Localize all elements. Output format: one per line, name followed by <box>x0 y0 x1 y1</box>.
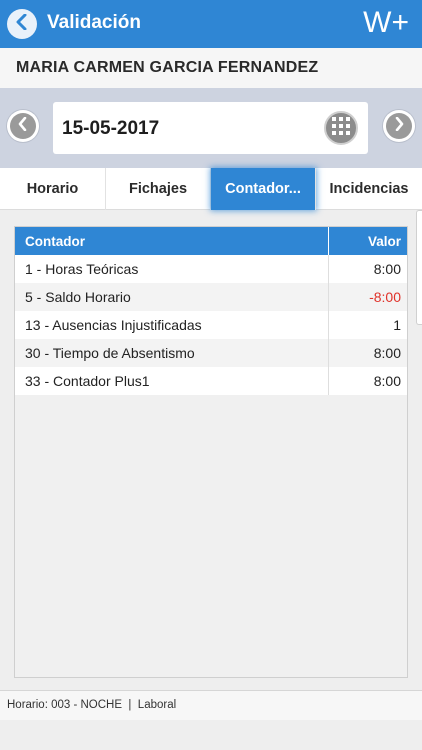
status-footer: Horario: 003 - NOCHE | Laboral <box>0 690 422 720</box>
tab-incidencias[interactable]: Incidencias <box>316 168 422 210</box>
previous-date-button[interactable] <box>7 110 39 142</box>
column-header-valor: Valor <box>367 234 401 249</box>
tab-horario[interactable]: Horario <box>0 168 106 210</box>
valor-cell: -8:00 <box>369 289 401 305</box>
counters-table: Contador Valor 1 - Horas Teóricas 8:00 5… <box>14 226 408 678</box>
valor-cell: 8:00 <box>373 373 401 389</box>
table-row[interactable]: 1 - Horas Teóricas 8:00 <box>15 255 407 283</box>
tab-fichajes[interactable]: Fichajes <box>106 168 211 210</box>
contador-cell: 33 - Contador Plus1 <box>25 373 150 389</box>
tab-bar: Horario Fichajes Contador... Incidencias <box>0 168 422 210</box>
table-row[interactable]: 30 - Tiempo de Absentismo 8:00 <box>15 339 407 367</box>
side-drawer-handle[interactable] <box>416 210 422 325</box>
contador-cell: 30 - Tiempo de Absentismo <box>25 345 195 361</box>
back-button[interactable] <box>7 9 37 39</box>
tab-contadores[interactable]: Contador... <box>211 168 316 210</box>
valor-cell: 8:00 <box>373 261 401 277</box>
table-row[interactable]: 13 - Ausencias Injustificadas 1 <box>15 311 407 339</box>
grid-calendar-icon <box>332 116 350 140</box>
brand-logo: W+ <box>363 6 409 39</box>
app-bar: Validación W+ <box>0 0 422 48</box>
valor-cell: 1 <box>393 317 401 333</box>
page-title: Validación <box>47 12 141 33</box>
employee-header: MARIA CARMEN GARCIA FERNANDEZ <box>0 48 422 88</box>
chevron-left-icon <box>15 13 29 35</box>
chevron-left-icon <box>17 116 29 136</box>
table-row[interactable]: 5 - Saldo Horario -8:00 <box>15 283 407 311</box>
contador-cell: 5 - Saldo Horario <box>25 289 131 305</box>
schedule-status: Horario: 003 - NOCHE | Laboral <box>7 699 177 711</box>
valor-cell: 8:00 <box>373 345 401 361</box>
date-value: 15-05-2017 <box>62 118 160 139</box>
chevron-right-icon <box>393 116 405 136</box>
table-row[interactable]: 33 - Contador Plus1 8:00 <box>15 367 407 395</box>
contador-cell: 13 - Ausencias Injustificadas <box>25 317 202 333</box>
contador-cell: 1 - Horas Teóricas <box>25 261 139 277</box>
date-field[interactable]: 15-05-2017 <box>53 102 368 154</box>
next-date-button[interactable] <box>383 110 415 142</box>
table-header: Contador Valor <box>15 227 407 255</box>
bottom-spacer <box>0 720 422 750</box>
column-header-contador: Contador <box>25 234 85 249</box>
calendar-button[interactable] <box>324 111 358 145</box>
employee-name: MARIA CARMEN GARCIA FERNANDEZ <box>16 59 319 76</box>
